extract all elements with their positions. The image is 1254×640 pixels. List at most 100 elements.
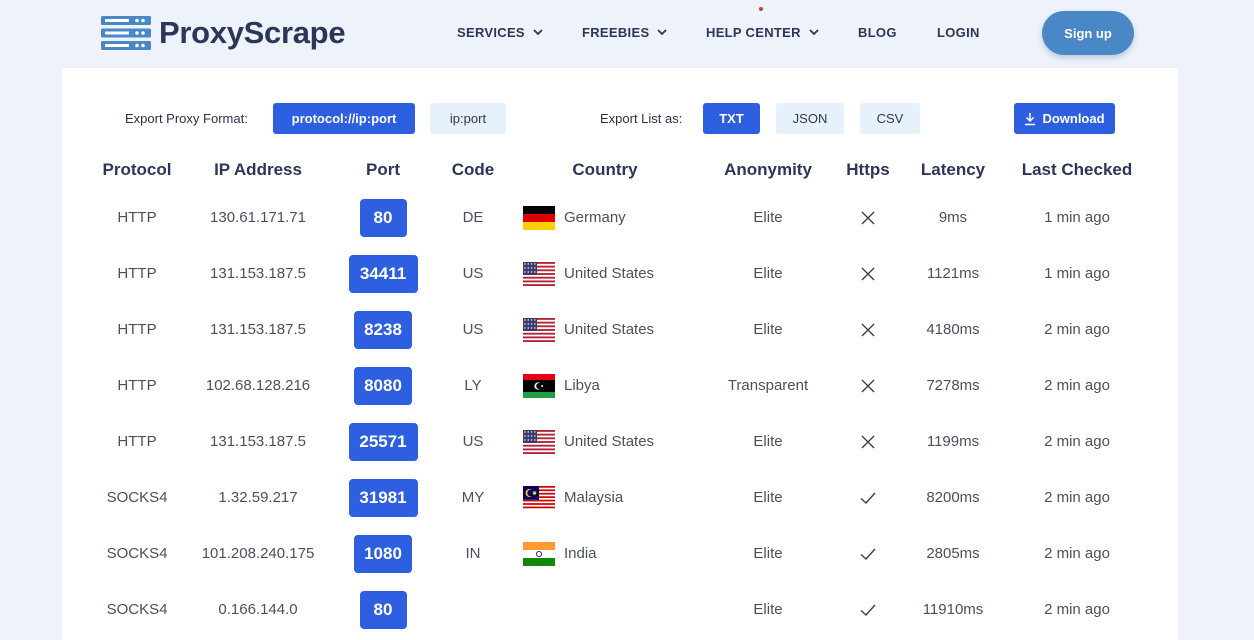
cell-last-checked: 2 min ago — [1044, 489, 1110, 506]
export-json-button[interactable]: JSON — [776, 103, 844, 134]
cell-ip-address: 102.68.128.216 — [205, 377, 311, 394]
site-header: ProxyScrape SERVICES FREEBIES HELP CENTE… — [0, 0, 1254, 68]
download-arrow-icon — [1025, 112, 1036, 125]
cell-last-checked: 2 min ago — [1044, 545, 1110, 562]
cell-last-checked: 1 min ago — [1044, 209, 1110, 226]
cell-latency: 4180ms — [926, 321, 980, 338]
port-badge[interactable]: 80 — [359, 591, 407, 629]
nav-blog-label: BLOG — [858, 25, 897, 40]
column-header-code[interactable]: Code — [438, 160, 508, 180]
check-mark-icon — [860, 492, 876, 504]
port-badge[interactable]: 80 — [359, 199, 407, 237]
cell-last-checked: 2 min ago — [1044, 433, 1110, 450]
cell-ip-address: 0.166.144.0 — [218, 601, 298, 618]
column-header-latency[interactable]: Latency — [908, 160, 998, 180]
nav-services-label: SERVICES — [457, 25, 525, 40]
port-badge[interactable]: 8080 — [354, 367, 412, 405]
cell-anonymity: Transparent — [727, 377, 809, 394]
export-csv-button[interactable]: CSV — [860, 103, 920, 134]
cell-code: US — [462, 265, 484, 282]
port-badge[interactable]: 1080 — [354, 535, 412, 573]
cell-protocol: SOCKS4 — [106, 489, 168, 506]
cell-anonymity: Elite — [753, 489, 783, 506]
cell-country: United States — [564, 265, 655, 282]
x-mark-icon — [861, 211, 875, 225]
nav-freebies[interactable]: FREEBIES — [582, 25, 668, 40]
x-mark-icon — [861, 267, 875, 281]
nav-help-center-label: HELP CENTER — [706, 25, 801, 40]
cell-anonymity: Elite — [753, 321, 783, 338]
port-badge[interactable]: 8238 — [354, 311, 412, 349]
column-header-https[interactable]: Https — [833, 160, 903, 180]
cell-code: DE — [462, 209, 484, 226]
column-header-country[interactable]: Country — [545, 160, 665, 180]
nav-help-center[interactable]: HELP CENTER — [706, 25, 819, 40]
column-header-anonymity[interactable]: Anonymity — [707, 160, 829, 180]
format-protocol-ip-port-button[interactable]: protocol://ip:port — [273, 103, 415, 134]
cell-country: India — [564, 545, 597, 562]
chevron-down-icon — [533, 29, 543, 36]
cell-latency: 1199ms — [926, 433, 980, 450]
cell-ip-address: 131.153.187.5 — [210, 433, 306, 450]
cell-protocol: HTTP — [117, 265, 157, 282]
signup-button[interactable]: Sign up — [1042, 11, 1134, 55]
cell-last-checked: 2 min ago — [1044, 601, 1110, 618]
export-txt-button[interactable]: TXT — [703, 103, 760, 134]
check-mark-icon — [860, 548, 876, 560]
cell-ip-address: 101.208.240.175 — [201, 545, 315, 562]
cell-anonymity: Elite — [753, 433, 783, 450]
cell-ip-address: 131.153.187.5 — [210, 321, 306, 338]
column-header-protocol[interactable]: Protocol — [87, 160, 187, 180]
cell-anonymity: Elite — [753, 209, 783, 226]
nav-login-label: LOGIN — [937, 25, 980, 40]
cell-last-checked: 2 min ago — [1044, 321, 1110, 338]
chevron-down-icon — [657, 29, 668, 36]
cell-code: IN — [465, 545, 481, 562]
server-stack-icon — [101, 16, 151, 50]
check-mark-icon — [860, 604, 876, 616]
logo-text: ProxyScrape — [159, 15, 346, 50]
cell-code: LY — [464, 377, 482, 394]
nav-freebies-label: FREEBIES — [582, 25, 650, 40]
cell-anonymity: Elite — [753, 545, 783, 562]
cell-country: Germany — [564, 209, 626, 226]
nav-services[interactable]: SERVICES — [457, 25, 543, 40]
cell-protocol: HTTP — [117, 433, 157, 450]
flag-us-icon — [523, 318, 555, 342]
port-badge[interactable]: 34411 — [348, 255, 418, 293]
cell-latency: 7278ms — [926, 377, 980, 394]
port-badge[interactable]: 31981 — [348, 479, 418, 517]
cell-code: US — [462, 433, 484, 450]
column-header-last-checked[interactable]: Last Checked — [1012, 160, 1142, 180]
logo[interactable]: ProxyScrape — [101, 15, 346, 51]
cell-ip-address: 1.32.59.217 — [218, 489, 298, 506]
cell-country: United States — [564, 321, 655, 338]
cell-ip-address: 130.61.171.71 — [210, 209, 306, 226]
cell-protocol: SOCKS4 — [106, 601, 168, 618]
cell-latency: 9ms — [938, 209, 968, 226]
cell-country: Malaysia — [564, 489, 624, 506]
notification-dot — [759, 7, 763, 11]
column-header-ip-address[interactable]: IP Address — [193, 160, 323, 180]
download-button[interactable]: Download — [1014, 103, 1115, 134]
cell-latency: 2805ms — [926, 545, 980, 562]
chevron-down-icon — [809, 29, 819, 36]
nav-login[interactable]: LOGIN — [937, 25, 980, 40]
flag-de-icon — [523, 206, 555, 230]
column-header-port[interactable]: Port — [343, 160, 423, 180]
port-badge[interactable]: 25571 — [348, 423, 418, 461]
cell-ip-address: 131.153.187.5 — [210, 265, 306, 282]
cell-country: Libya — [564, 377, 600, 394]
cell-latency: 1121ms — [926, 265, 980, 282]
cell-code: MY — [461, 489, 485, 506]
cell-protocol: SOCKS4 — [106, 545, 168, 562]
cell-latency: 11910ms — [922, 601, 984, 618]
nav-blog[interactable]: BLOG — [858, 25, 897, 40]
format-ip-port-button[interactable]: ip:port — [430, 103, 506, 134]
cell-protocol: HTTP — [117, 209, 157, 226]
cell-anonymity: Elite — [753, 601, 783, 618]
cell-country: United States — [564, 433, 655, 450]
x-mark-icon — [861, 323, 875, 337]
cell-code: US — [462, 321, 484, 338]
flag-in-icon — [523, 542, 555, 566]
